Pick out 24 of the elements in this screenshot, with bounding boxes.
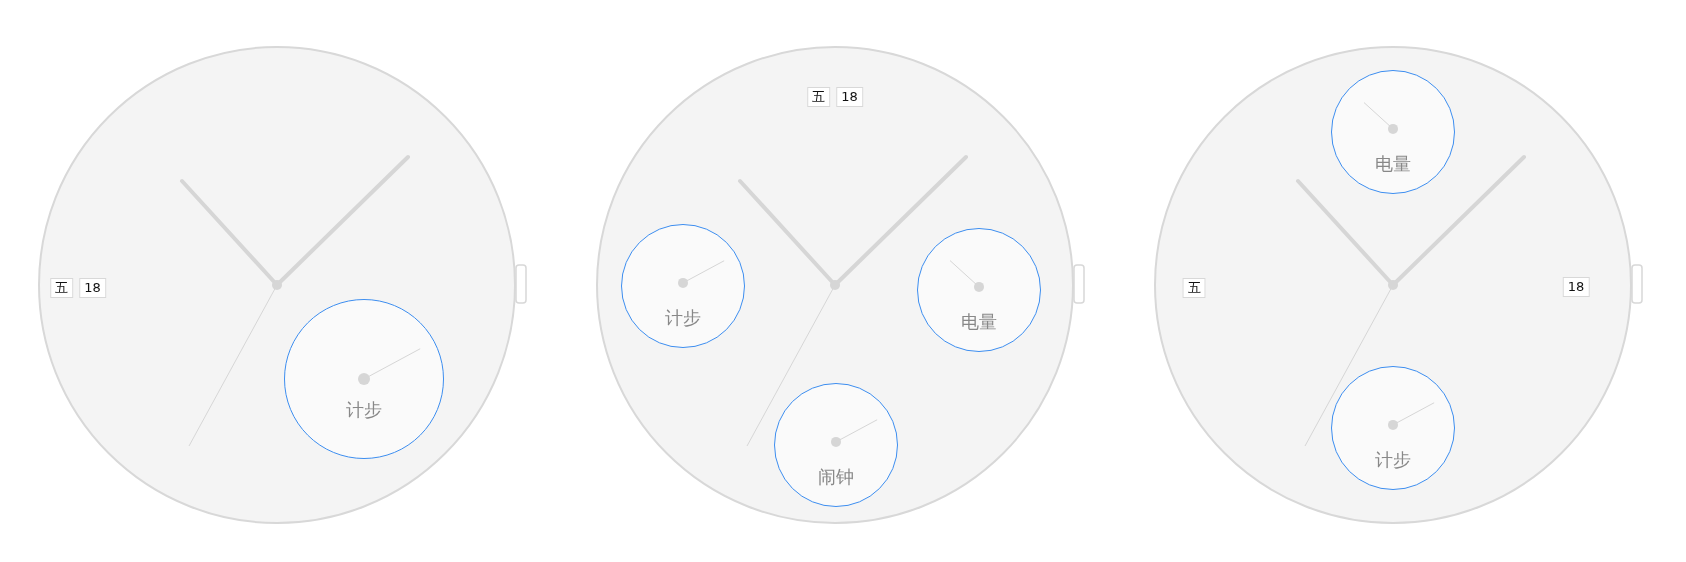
- date-label: 18: [79, 278, 106, 298]
- subdial-label: 电量: [961, 309, 997, 334]
- crown: [515, 264, 527, 304]
- subdial-label: 闹钟: [818, 464, 854, 489]
- crown: [1073, 264, 1085, 304]
- center-pin: [1388, 280, 1398, 290]
- date-label: 五: [50, 278, 74, 298]
- subdial-label: 计步: [346, 397, 382, 422]
- crown: [1631, 264, 1643, 304]
- date-label: 18: [1562, 277, 1590, 297]
- subdial-label: 计步: [1375, 447, 1411, 472]
- subdial-pin: [678, 277, 688, 288]
- center-pin: [830, 280, 840, 290]
- subdial-pin: [1388, 419, 1398, 430]
- subdial-label: 电量: [1375, 151, 1411, 176]
- date-label: 五: [807, 87, 831, 107]
- date-label: 五: [1182, 278, 1206, 298]
- subdial-pin: [358, 373, 370, 385]
- subdial-pin: [831, 436, 841, 447]
- subdial-label: 计步: [665, 305, 701, 330]
- subdial-pin: [974, 281, 984, 292]
- center-pin: [272, 280, 282, 290]
- date-label: 18: [836, 87, 863, 107]
- subdial-pin: [1388, 123, 1398, 134]
